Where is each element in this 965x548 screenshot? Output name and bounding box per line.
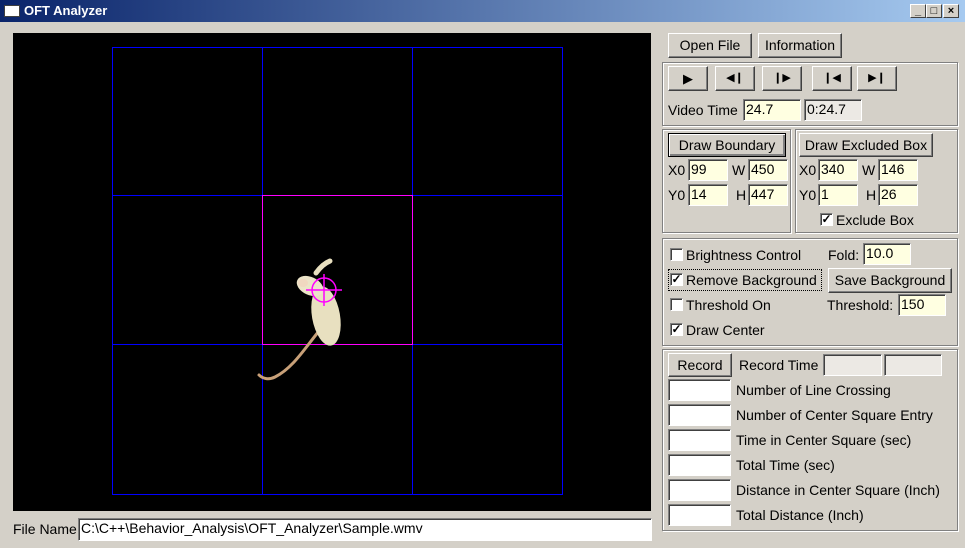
video-display[interactable] [13,33,651,511]
total-distance-label: Total Distance (Inch) [736,507,864,523]
excluded-y0-label: Y0 [799,187,817,203]
file-path-field[interactable]: C:\C++\Behavior_Analysis\OFT_Analyzer\Sa… [78,518,652,541]
boundary-w-label: W [732,162,746,178]
record-time-field-2 [884,354,942,376]
boundary-h-label: H [736,187,747,203]
total-distance-value [668,504,731,526]
app-icon [4,5,20,17]
boundary-y0-input[interactable]: 14 [688,184,728,206]
center-entry-value [668,404,731,426]
arena-overlay [112,47,563,495]
fold-label: Fold: [828,247,860,263]
line-crossing-label: Number of Line Crossing [736,382,891,398]
go-start-button[interactable]: ❙◀ [812,66,852,91]
save-background-button[interactable]: Save Background [828,268,952,293]
record-time-label: Record Time [739,357,819,373]
draw-center-label: Draw Center [686,322,765,338]
total-time-label: Total Time (sec) [736,457,835,473]
close-button[interactable]: × [943,4,959,18]
excluded-x0-input[interactable]: 340 [818,159,858,181]
remove-background-checkbox[interactable]: ✓ [670,273,683,286]
boundary-y0-label: Y0 [668,187,686,203]
step-back-button[interactable]: ◀❙ [715,66,755,91]
brightness-label: Brightness Control [686,247,802,263]
fold-input[interactable]: 10.0 [863,243,911,265]
center-distance-label: Distance in Center Square (Inch) [736,482,940,498]
play-button[interactable]: ▶ [668,66,708,91]
excluded-w-input[interactable]: 146 [878,159,918,181]
title-bar[interactable]: OFT Analyzer _ □ × [0,0,965,22]
center-entry-label: Number of Center Square Entry [736,407,933,423]
exclude-box-label: Exclude Box [836,212,914,228]
remove-background-label: Remove Background [686,272,817,288]
file-name-label: File Name [13,521,77,537]
excluded-y0-input[interactable]: 1 [818,184,858,206]
video-time-display: 0:24.7 [804,99,862,121]
draw-center-checkbox[interactable]: ✓ [670,323,683,336]
boundary-h-input[interactable]: 447 [748,184,788,206]
total-time-value [668,454,731,476]
video-time-label: Video Time [668,102,738,118]
video-time-input[interactable]: 24.7 [743,99,801,121]
draw-boundary-button[interactable]: Draw Boundary [668,133,786,157]
information-button[interactable]: Information [758,33,842,58]
boundary-w-input[interactable]: 450 [748,159,788,181]
threshold-input[interactable]: 150 [898,294,946,316]
draw-excluded-box-button[interactable]: Draw Excluded Box [799,133,933,157]
step-forward-button[interactable]: ❙▶ [762,66,802,91]
maximize-button[interactable]: □ [926,4,942,18]
threshold-on-label: Threshold On [686,297,771,313]
center-time-label: Time in Center Square (sec) [736,432,912,448]
boundary-x0-input[interactable]: 99 [688,159,728,181]
excluded-x0-label: X0 [799,162,817,178]
excluded-h-label: H [866,187,877,203]
threshold-on-checkbox[interactable] [670,298,683,311]
mouse-figure [257,258,341,381]
window-title: OFT Analyzer [24,3,108,18]
excluded-w-label: W [862,162,876,178]
record-time-field-1 [823,354,882,376]
threshold-label: Threshold: [827,297,894,313]
brightness-checkbox[interactable] [670,248,683,261]
minimize-button[interactable]: _ [910,4,926,18]
arena-boundary [112,47,563,495]
record-button[interactable]: Record [668,353,732,377]
boundary-x0-label: X0 [668,162,686,178]
center-distance-value [668,479,731,501]
line-crossing-value [668,379,731,401]
center-time-value [668,429,731,451]
arena-grid [112,47,563,495]
excluded-h-input[interactable]: 26 [878,184,918,206]
go-end-button[interactable]: ▶❙ [857,66,897,91]
open-file-button[interactable]: Open File [668,33,752,58]
exclude-box-checkbox[interactable]: ✓ [820,213,833,226]
